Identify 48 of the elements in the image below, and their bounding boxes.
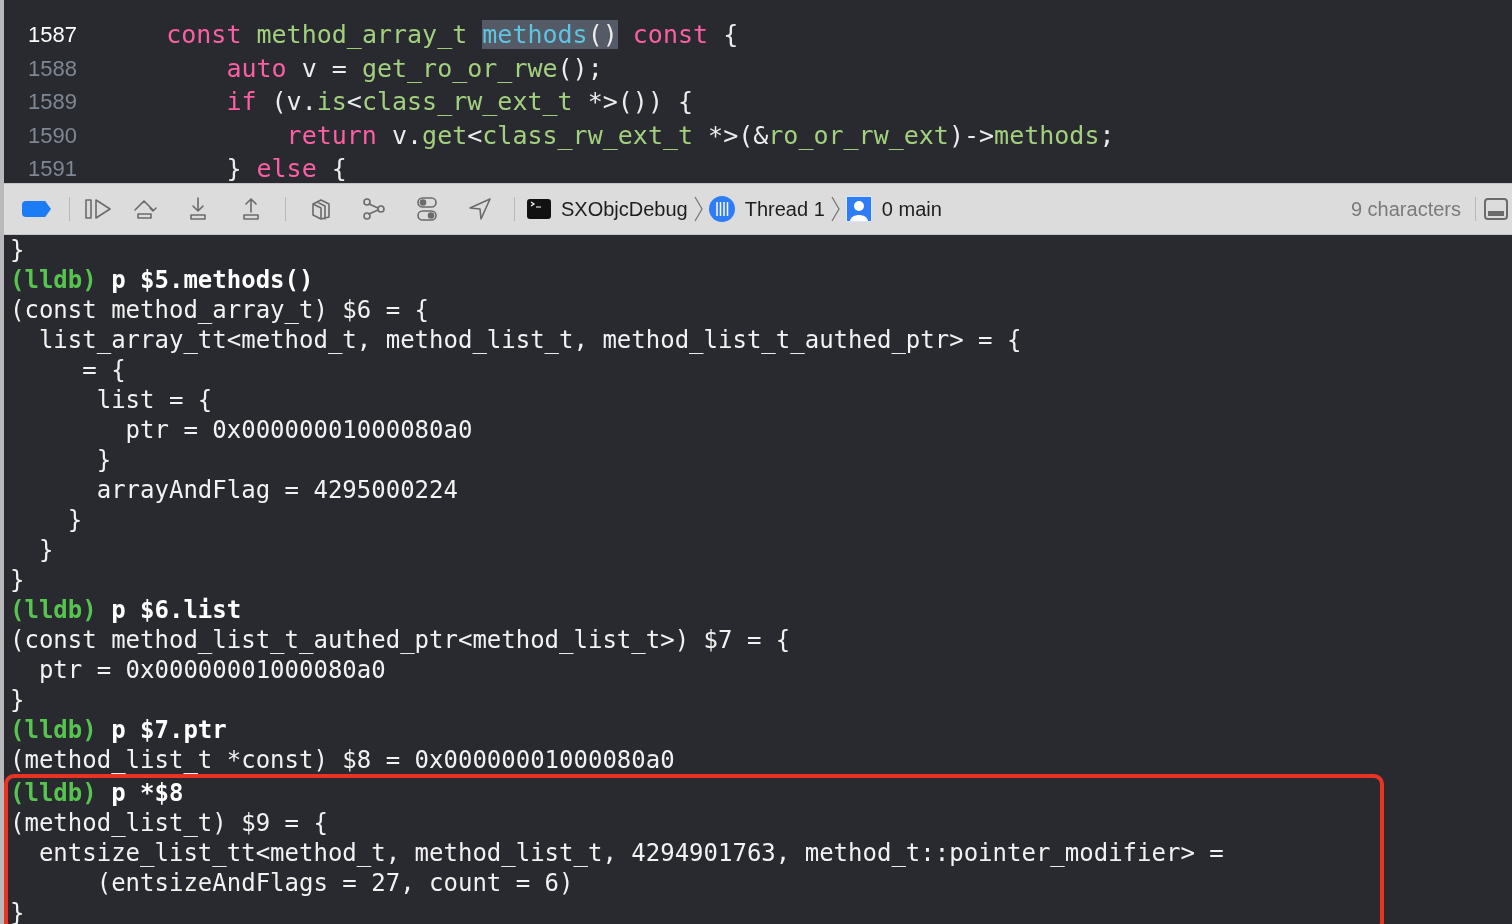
- lldb-prompt: (lldb): [10, 778, 97, 808]
- code-line: } else {: [225, 153, 347, 183]
- console-output: (method_list_t) $9 = {: [10, 808, 328, 838]
- console-output: }: [37, 535, 54, 565]
- console-output: list = {: [95, 385, 213, 415]
- console-output: (const method_array_t) $6 = {: [10, 295, 430, 325]
- console-command: p $5.methods(): [111, 265, 314, 295]
- stack-frame-label[interactable]: 0 main: [881, 194, 942, 224]
- console-output: ptr = 0x00000001000080a0: [37, 655, 386, 685]
- line-number: 1591: [27, 155, 77, 183]
- console-command: p $7.ptr: [111, 715, 227, 745]
- line-number: 1588: [27, 54, 77, 83]
- breakpoint-toggle[interactable]: [22, 201, 51, 217]
- lldb-prompt: (lldb): [10, 595, 97, 625]
- console-output: ptr = 0x00000001000080a0: [124, 415, 473, 445]
- console-output: (entsizeAndFlags = 27, count = 6): [95, 868, 574, 898]
- console-output: = {: [81, 355, 126, 385]
- code-line: if (v.is<class_rw_ext_t *>()) {: [225, 86, 694, 119]
- terminal-icon: [527, 199, 551, 219]
- lldb-prompt: (lldb): [10, 265, 97, 295]
- selection-info: 9 characters: [1350, 197, 1461, 222]
- code-line: auto v = get_ro_or_rwe();: [225, 52, 603, 85]
- thread-label[interactable]: Thread 1: [744, 194, 825, 224]
- chevron-icon: [693, 196, 703, 222]
- person-icon: [845, 196, 872, 222]
- console-output: }: [10, 235, 25, 265]
- console-output: }: [66, 505, 83, 535]
- panel-toggle-icon[interactable]: [1484, 198, 1508, 220]
- console-command: p *$8: [111, 778, 184, 808]
- console-output: arrayAndFlag = 4295000224: [95, 475, 458, 505]
- scheme-target[interactable]: SXObjcDebug: [561, 194, 688, 224]
- console-output: }: [10, 565, 25, 595]
- console-output: entsize_list_tt<method_t, method_list_t, 4294901763, method_t::pointer_modifier> =: [37, 838, 1224, 868]
- line-number: 1590: [27, 121, 77, 150]
- lldb-prompt: (lldb): [10, 715, 97, 745]
- console-output: list_array_tt<method_t, method_list_t, method_list_t_authed_ptr> = {: [37, 325, 1022, 355]
- console-command: p $6.list: [111, 595, 242, 625]
- thread-icon: [708, 196, 735, 222]
- console-output: (const method_list_t_authed_ptr<method_list_t>) $7 = {: [10, 625, 791, 655]
- console-output: }: [95, 445, 112, 475]
- line-number: 1587: [27, 21, 77, 50]
- line-number: 1589: [27, 88, 77, 117]
- console-output: }: [10, 898, 25, 924]
- chevron-icon: [830, 196, 840, 222]
- console-output: (method_list_t *const) $8 = 0x00000001000080a0: [10, 745, 675, 775]
- code-line: const method_array_t methods() const {: [165, 19, 739, 52]
- code-line: return v.get<class_rw_ext_t *>(&ro_or_rw_ext)->methods;: [285, 119, 1115, 152]
- console-output: }: [10, 685, 25, 715]
